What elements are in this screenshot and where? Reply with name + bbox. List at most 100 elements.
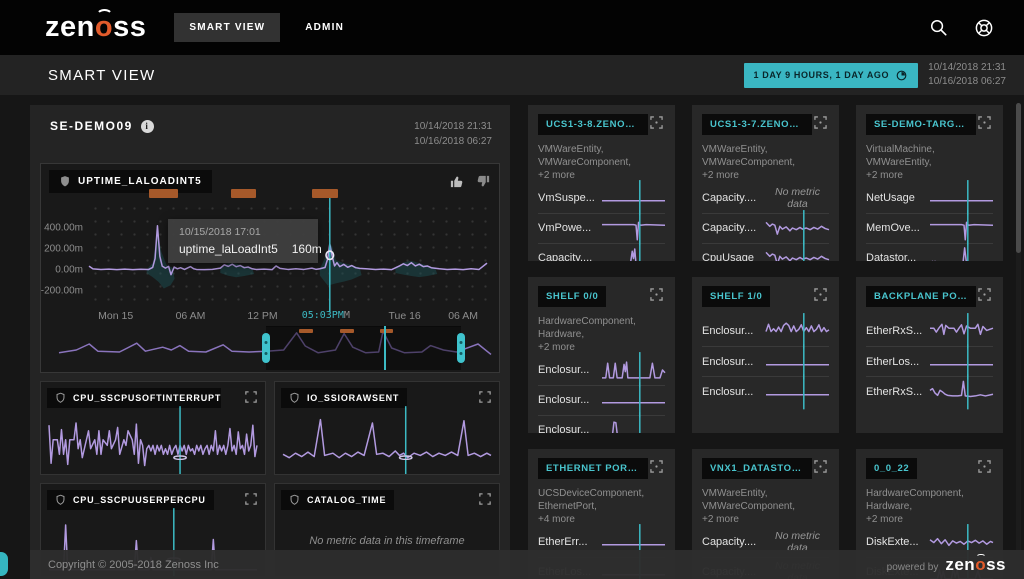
annotation-marker-mini[interactable] bbox=[299, 329, 313, 333]
metric-label: EtherRxS... bbox=[866, 325, 924, 337]
annotation-marker-mini[interactable] bbox=[340, 329, 354, 333]
history-clock-icon bbox=[895, 69, 908, 82]
info-icon[interactable] bbox=[141, 120, 154, 133]
metric-panel-chart[interactable] bbox=[283, 414, 491, 470]
metric-row[interactable]: Enclosur... bbox=[702, 346, 829, 376]
tooltip-metric: uptime_laLoadInt5 bbox=[179, 242, 278, 256]
footer-logo-o-icon: o bbox=[975, 556, 986, 573]
entity-card-description: VMWareEntity, VMWareComponent, +2 more bbox=[702, 143, 829, 183]
metric-row[interactable]: CpuUsage bbox=[702, 243, 829, 261]
brush-cursor-line bbox=[384, 326, 386, 370]
time-range-label: 1 DAY 9 HOURS, 1 DAY AGO bbox=[754, 70, 890, 80]
search-icon[interactable] bbox=[929, 18, 948, 37]
focus-icon[interactable] bbox=[648, 458, 665, 480]
metric-sparkline bbox=[766, 348, 829, 376]
powered-by: powered by zenoss bbox=[887, 556, 1006, 573]
shield-outline-icon bbox=[289, 494, 300, 506]
device-panel: SE-DEMO09 10/14/2018 21:31 10/16/2018 06… bbox=[30, 105, 510, 579]
zenoss-logo[interactable]: zenoss bbox=[45, 13, 146, 42]
entity-card-title[interactable]: SE-DEMO-TARGET09 bbox=[866, 114, 976, 135]
entity-card-description: VMWareEntity, VMWareComponent, +2 more bbox=[538, 143, 665, 183]
main-chart-title-chip: UPTIME_LALOADINT5 bbox=[49, 170, 212, 193]
entity-card-title[interactable]: VNX1_DATASTORE_LUN1 bbox=[702, 458, 812, 479]
expand-icon[interactable] bbox=[477, 388, 493, 410]
entity-card-title[interactable]: SHELF 1/0 bbox=[702, 286, 770, 307]
entity-card-title[interactable]: SHELF 0/0 bbox=[538, 286, 606, 307]
metric-sparkline bbox=[602, 214, 665, 242]
entity-card-title[interactable]: BACKPLANE PORT 3/2/27 bbox=[866, 286, 976, 307]
metric-row[interactable]: EtherRxS... bbox=[866, 376, 993, 406]
focus-icon[interactable] bbox=[648, 286, 665, 308]
metric-label: VmPowe... bbox=[538, 222, 596, 234]
metric-panel-chart[interactable] bbox=[49, 414, 257, 470]
focus-icon[interactable] bbox=[812, 286, 829, 308]
device-range-end: 10/16/2018 06:27 bbox=[414, 134, 492, 149]
metric-row[interactable]: Enclosur... bbox=[538, 385, 665, 415]
focus-icon[interactable] bbox=[976, 458, 993, 480]
y-axis-tick: 0.00m bbox=[55, 265, 83, 276]
metric-row[interactable]: MemOve... bbox=[866, 213, 993, 243]
scrollbar-thumb[interactable] bbox=[1016, 103, 1021, 253]
annotation-marker[interactable] bbox=[312, 189, 338, 198]
metric-sparkline bbox=[930, 244, 993, 261]
expand-icon[interactable] bbox=[477, 490, 493, 512]
metric-sparkline bbox=[602, 244, 665, 261]
focus-icon[interactable] bbox=[812, 114, 829, 136]
metric-row[interactable]: Enclosur... bbox=[538, 415, 665, 433]
entity-card-title[interactable]: UCS1-3-7.ZENOSS.LOC bbox=[702, 114, 812, 135]
focus-icon[interactable] bbox=[812, 458, 829, 480]
scrollbar-track[interactable] bbox=[1016, 103, 1021, 563]
entity-card-description: UCSDeviceComponent, EthernetPort, +4 mor… bbox=[538, 487, 665, 527]
x-axis-tick: Mon 15 bbox=[98, 310, 133, 322]
related-entity-cards: UCS1-3-8.ZENOSS.LOC VMWareEntity, VMWareC… bbox=[528, 105, 1003, 579]
help-buoy-icon[interactable] bbox=[974, 18, 994, 38]
focus-icon[interactable] bbox=[976, 114, 993, 136]
thumbs-up-icon[interactable] bbox=[449, 174, 464, 189]
cursor-time-label: 05:03PMM bbox=[302, 310, 350, 321]
expand-icon[interactable] bbox=[243, 388, 259, 410]
time-range-button[interactable]: 1 DAY 9 HOURS, 1 DAY AGO bbox=[744, 63, 919, 88]
annotation-marker[interactable] bbox=[149, 189, 178, 198]
annotation-marker-mini[interactable] bbox=[380, 329, 393, 333]
metric-row[interactable]: Enclosur... bbox=[702, 316, 829, 346]
shield-outline-icon bbox=[55, 392, 66, 404]
metric-row[interactable]: Enclosur... bbox=[702, 376, 829, 406]
brush-handle-right[interactable] bbox=[457, 333, 465, 363]
metric-row[interactable]: Capacity.... bbox=[538, 243, 665, 261]
logo-text: zen bbox=[45, 11, 95, 43]
overlapped-tick-remnant: M bbox=[344, 310, 350, 321]
nav-item-smart-view[interactable]: SMART VIEW bbox=[174, 13, 280, 42]
metric-label: Capacity.... bbox=[702, 192, 760, 204]
entity-card-title[interactable]: ETHERNET PORT B/1/3 bbox=[538, 458, 648, 479]
metric-panel-0: CPU_SSCPUSOFTINTERRUPTPERCPU bbox=[40, 381, 266, 475]
metric-row[interactable]: Datastor... bbox=[866, 243, 993, 261]
overview-brush-chart[interactable] bbox=[59, 328, 491, 368]
metric-row[interactable]: Capacity....No metric data bbox=[702, 183, 829, 213]
metric-row[interactable]: VmPowe... bbox=[538, 213, 665, 243]
annotation-marker[interactable] bbox=[231, 189, 256, 198]
focus-icon[interactable] bbox=[648, 114, 665, 136]
entity-card-0: UCS1-3-8.ZENOSS.LOC VMWareEntity, VMWareC… bbox=[528, 105, 675, 261]
metric-row[interactable]: VmSuspe... bbox=[538, 183, 665, 213]
entity-card-title[interactable]: 0_0_22 bbox=[866, 458, 917, 479]
metric-rows: NetUsageMemOve... Datastor... bbox=[866, 183, 993, 261]
expand-icon[interactable] bbox=[243, 490, 259, 512]
metric-label: Datastor... bbox=[866, 252, 924, 261]
metric-row[interactable]: NetUsage bbox=[866, 183, 993, 213]
metric-rows: Enclosur...Enclosur...Enclosur... bbox=[538, 355, 665, 433]
corner-widget[interactable] bbox=[0, 552, 8, 576]
metric-panel-1: IO_SSIORAWSENT bbox=[274, 381, 500, 475]
metric-row[interactable]: Capacity.... bbox=[702, 213, 829, 243]
nav-item-admin[interactable]: ADMIN bbox=[290, 13, 359, 42]
entity-card-title[interactable]: UCS1-3-8.ZENOSS.LOC bbox=[538, 114, 648, 135]
brush-selection[interactable] bbox=[266, 326, 460, 370]
device-range-start: 10/14/2018 21:31 bbox=[414, 119, 492, 134]
thumbs-down-icon[interactable] bbox=[476, 174, 491, 189]
metric-row[interactable]: EtherRxS... bbox=[866, 316, 993, 346]
metric-row[interactable]: Enclosur... bbox=[538, 355, 665, 385]
copyright-text: Copyright © 2005-2018 Zenoss Inc bbox=[48, 559, 219, 571]
brush-handle-left[interactable] bbox=[262, 333, 270, 363]
metric-row[interactable]: EtherLos... bbox=[866, 346, 993, 376]
focus-icon[interactable] bbox=[976, 286, 993, 308]
shield-icon bbox=[59, 175, 71, 188]
